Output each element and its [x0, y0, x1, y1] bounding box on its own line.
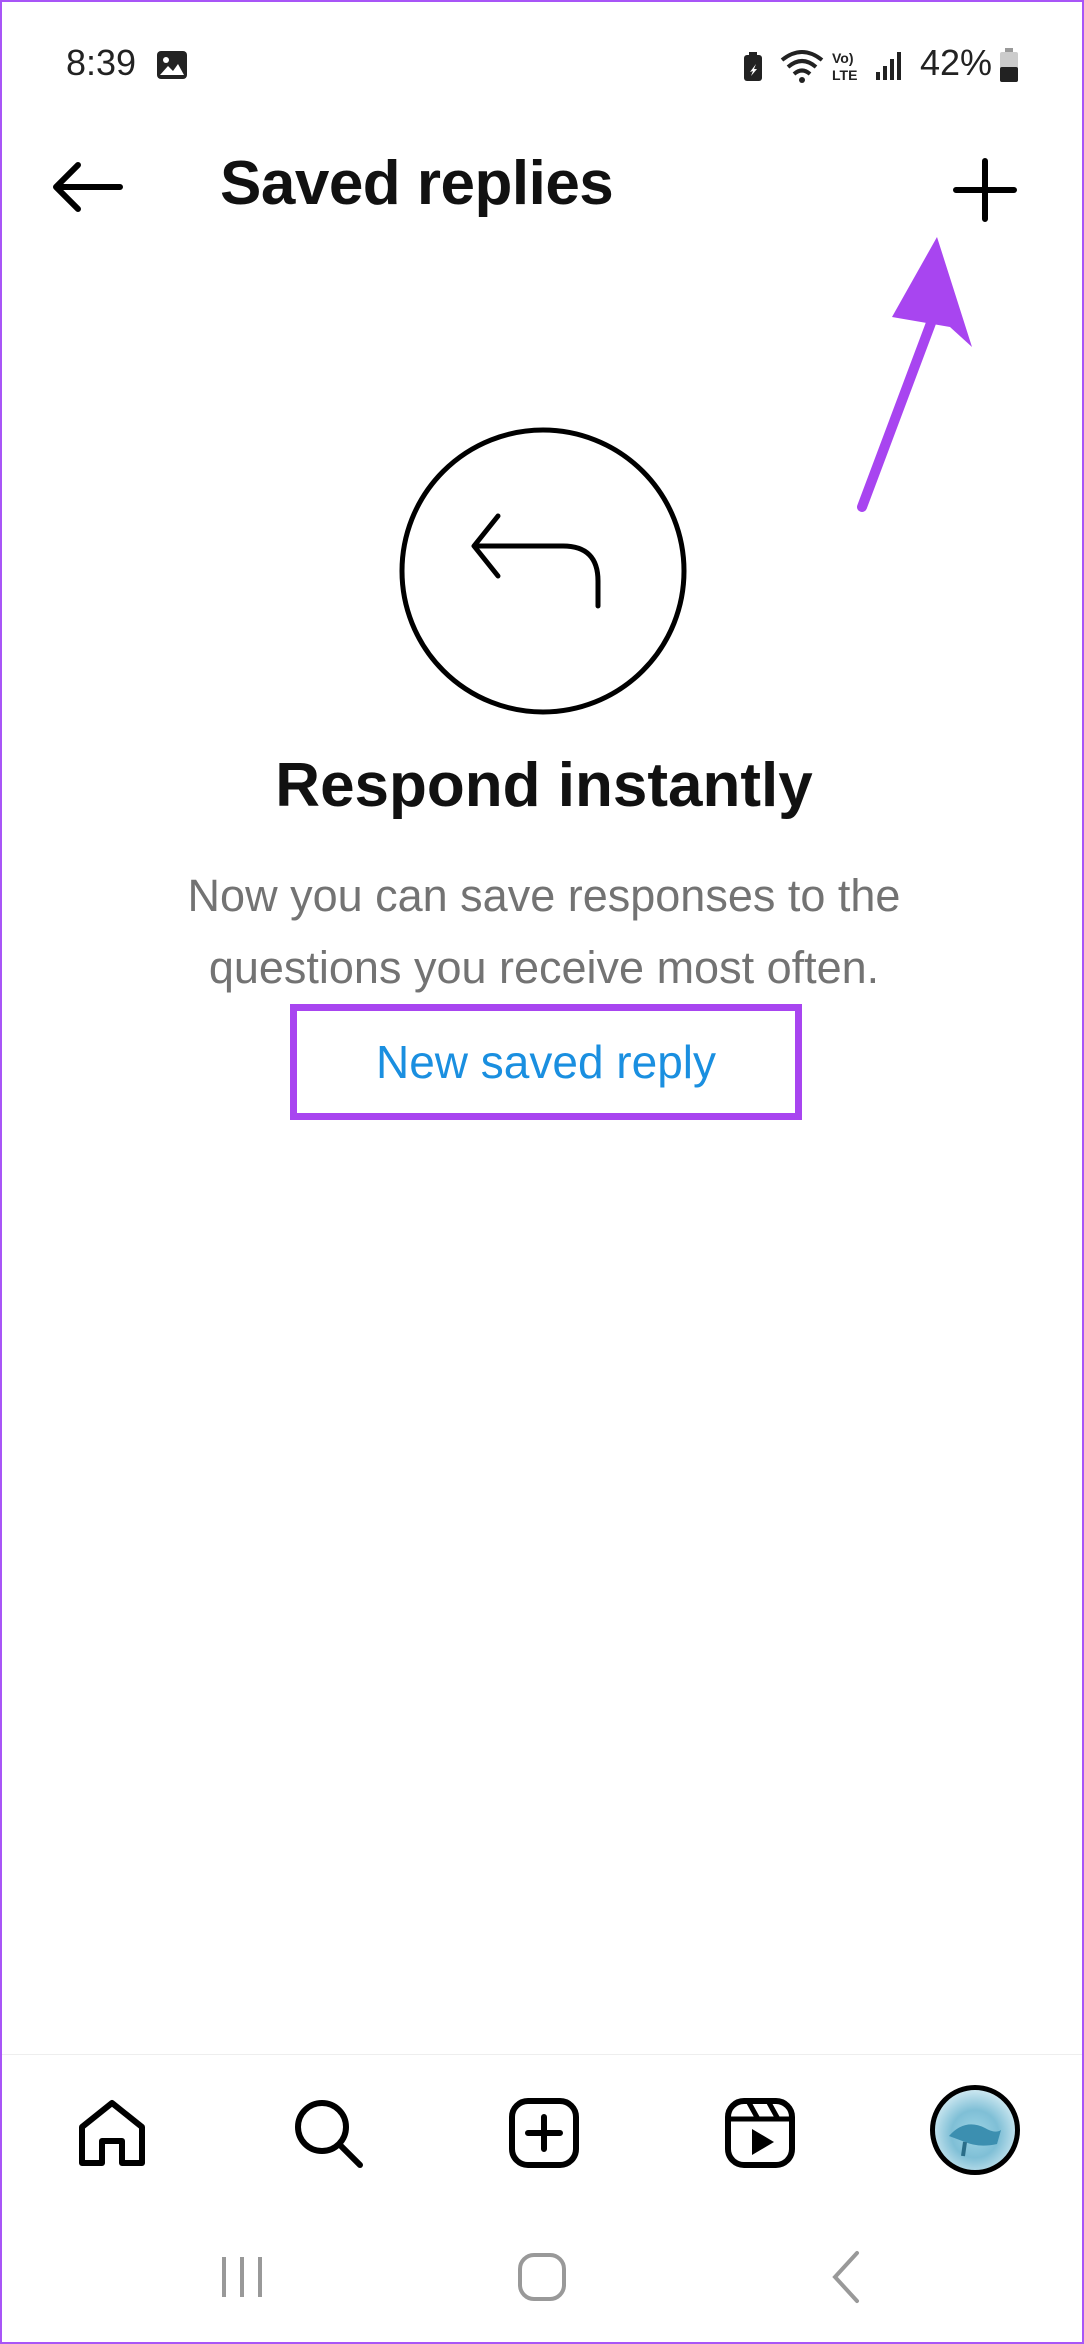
battery-percent: 42% — [920, 42, 993, 83]
home-icon[interactable] — [74, 2095, 150, 2171]
back-arrow-icon[interactable] — [48, 157, 128, 217]
empty-state-description: Now you can save responses to the questi… — [187, 870, 901, 993]
profile-image-icon — [949, 2124, 1001, 2157]
new-saved-reply-link[interactable]: New saved reply — [376, 1035, 716, 1089]
create-icon[interactable] — [506, 2095, 582, 2171]
profile-avatar[interactable] — [930, 2085, 1020, 2175]
reels-icon[interactable] — [722, 2095, 798, 2171]
signal-icon — [876, 52, 901, 80]
svg-text:Vo): Vo) — [832, 50, 854, 66]
battery-saver-icon — [744, 52, 762, 81]
battery-icon — [1000, 48, 1018, 82]
system-nav — [2, 2202, 1082, 2342]
status-bar: 8:39 Vo) LTE 42% — [2, 2, 1082, 122]
svg-text:LTE: LTE — [832, 67, 857, 83]
volte-icon: Vo) LTE — [832, 50, 857, 83]
annotation-arrow-icon — [857, 237, 972, 512]
wifi-icon — [780, 50, 824, 83]
empty-state-title: Respond instantly — [275, 751, 813, 820]
search-icon[interactable] — [290, 2095, 366, 2171]
bottom-nav — [2, 2054, 1082, 2205]
plus-icon[interactable] — [952, 157, 1018, 223]
page-title: Saved replies — [220, 149, 614, 218]
recents-icon[interactable] — [212, 2247, 272, 2307]
gallery-icon — [157, 51, 187, 79]
reply-arrow-icon — [399, 427, 687, 715]
new-saved-reply-highlight: New saved reply — [290, 1004, 802, 1120]
home-button-icon[interactable] — [512, 2247, 572, 2307]
status-time: 8:39 — [66, 42, 137, 83]
app-screen: 8:39 Vo) LTE 42% Saved replies Respond i… — [0, 0, 1084, 2344]
back-icon[interactable] — [817, 2247, 877, 2307]
